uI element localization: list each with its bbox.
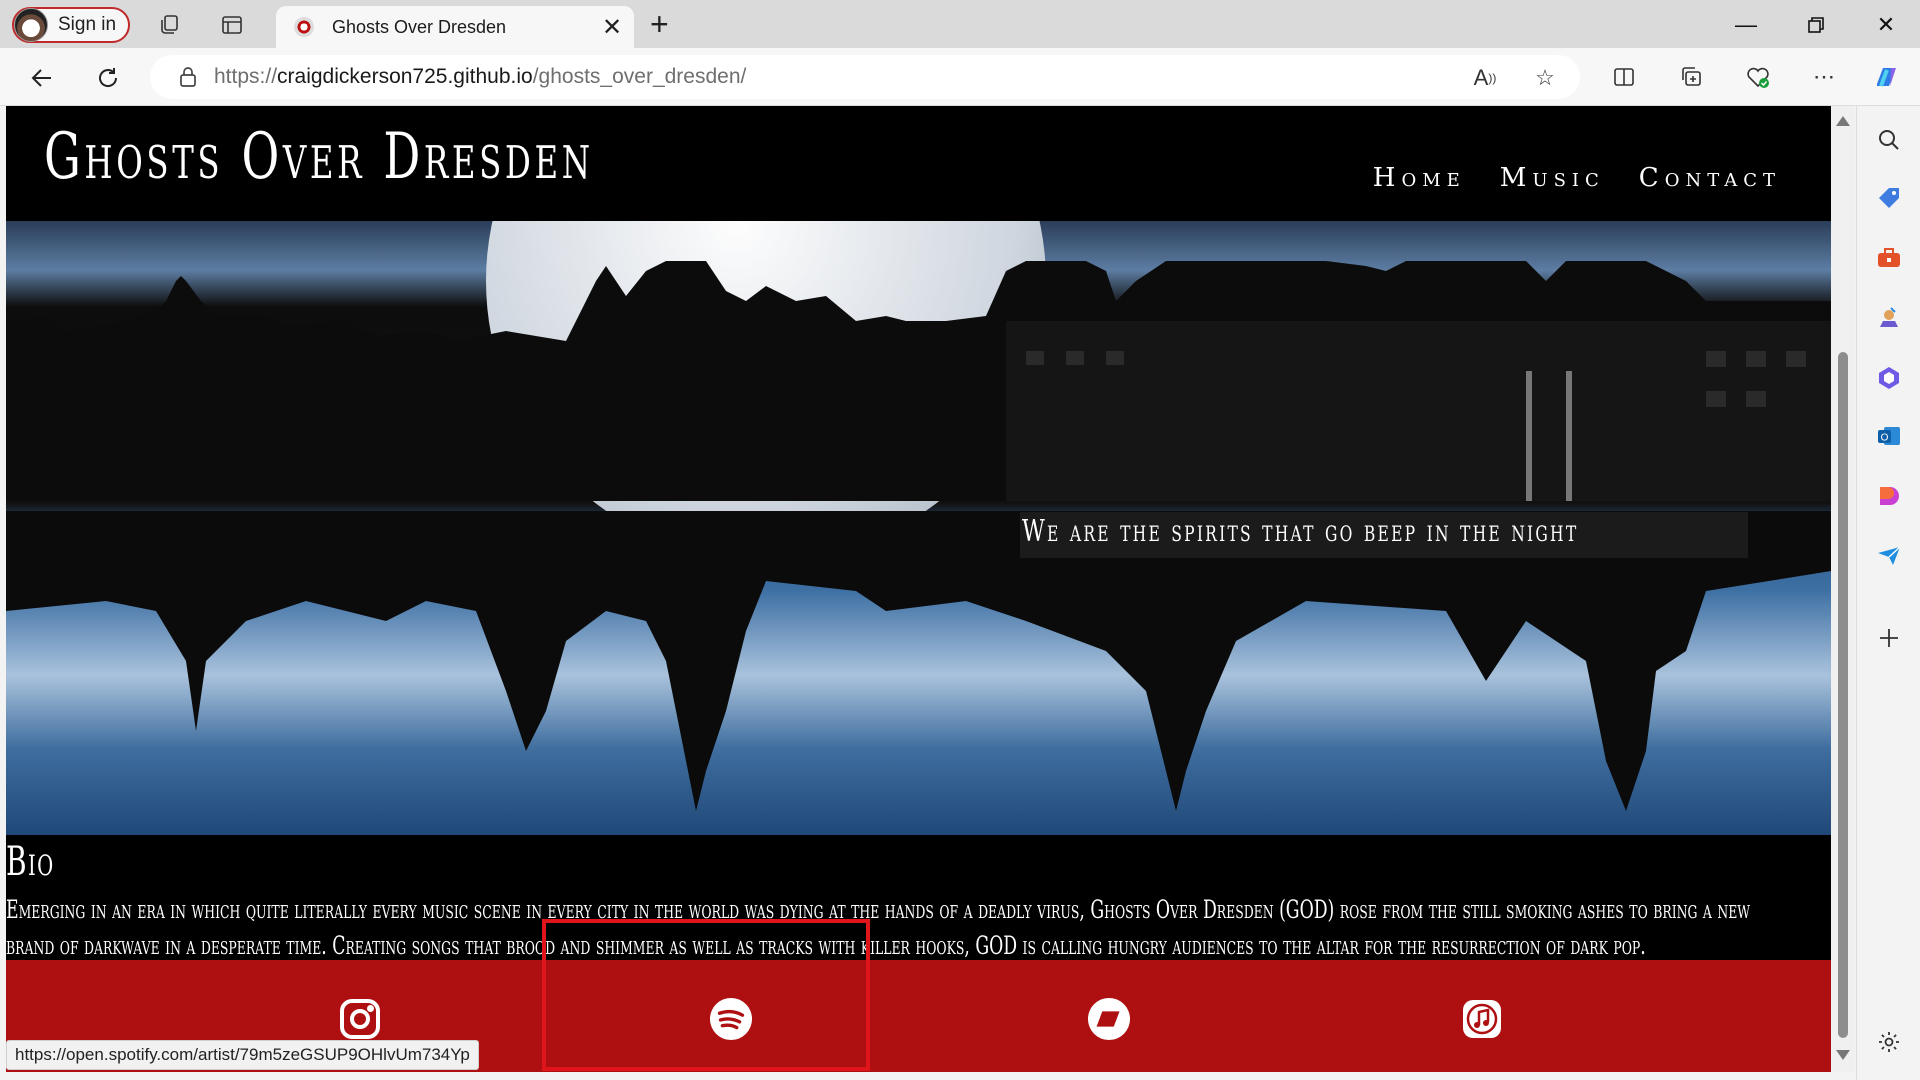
instagram-icon[interactable]	[338, 997, 382, 1041]
shopping-tag-icon[interactable]	[1873, 182, 1905, 214]
refresh-icon[interactable]	[90, 60, 126, 96]
scroll-thumb[interactable]	[1838, 352, 1848, 1038]
new-tab-icon[interactable]: +	[650, 8, 669, 40]
sidebar-settings-icon[interactable]	[1873, 1026, 1905, 1058]
address-toolbar: https://craigdickerson725.github.io/ghos…	[0, 48, 1920, 106]
nav-music-link[interactable]: Music	[1500, 163, 1605, 193]
microsoft-365-icon[interactable]	[1873, 362, 1905, 394]
tab-title: Ghosts Over Dresden	[332, 16, 507, 37]
tagline-text: We are the spirits that go beep in the n…	[1022, 514, 1579, 549]
collections-icon[interactable]	[1675, 61, 1707, 93]
site-title[interactable]: Ghosts Over Dresden	[44, 120, 594, 194]
river-reflection	[6, 511, 1831, 811]
nav-contact-link[interactable]: Contact	[1639, 163, 1781, 193]
scroll-down-icon[interactable]	[1836, 1050, 1850, 1060]
more-options-icon[interactable]: ⋯	[1808, 61, 1840, 93]
itunes-icon[interactable]	[1460, 997, 1504, 1041]
restore-icon[interactable]	[1796, 10, 1836, 40]
site-header: Ghosts Over Dresden Home Music Contact	[6, 106, 1831, 221]
profile-avatar	[14, 8, 48, 42]
site-favicon	[294, 17, 314, 37]
send-icon[interactable]	[1873, 540, 1905, 572]
lock-icon[interactable]	[178, 66, 198, 88]
outlook-icon[interactable]: O	[1873, 420, 1905, 452]
games-icon[interactable]	[1873, 302, 1905, 334]
close-window-icon[interactable]: ✕	[1866, 10, 1906, 40]
tab-ghosts-over-dresden[interactable]: Ghosts Over Dresden ✕	[276, 6, 634, 48]
page-scrollbar[interactable]	[1831, 106, 1855, 1072]
read-aloud-icon[interactable]: A))	[1472, 65, 1498, 91]
site-nav: Home Music Contact	[1373, 163, 1781, 193]
page-viewport: Ghosts Over Dresden Home Music Contact W…	[6, 106, 1831, 1072]
tools-icon[interactable]	[1873, 242, 1905, 274]
spotify-icon[interactable]	[709, 997, 753, 1041]
edge-sidebar: O	[1856, 106, 1920, 1080]
sign-in-label: Sign in	[58, 14, 117, 35]
designer-icon[interactable]	[1873, 480, 1905, 512]
browser-essentials-icon[interactable]	[1742, 61, 1774, 93]
svg-text:O: O	[1881, 433, 1889, 444]
link-status-bar: https://open.spotify.com/artist/79m5zeGS…	[6, 1040, 479, 1070]
split-screen-icon[interactable]	[1608, 61, 1640, 93]
back-icon[interactable]	[24, 60, 60, 96]
minimize-icon[interactable]: —	[1726, 10, 1766, 40]
sign-in-button[interactable]: Sign in	[12, 7, 130, 43]
url-field[interactable]: https://craigdickerson725.github.io/ghos…	[150, 55, 1580, 99]
tab-actions-icon[interactable]	[217, 10, 247, 40]
add-sidebar-app-icon[interactable]	[1873, 622, 1905, 654]
workspaces-icon[interactable]	[155, 10, 185, 40]
bandcamp-icon[interactable]	[1087, 997, 1131, 1041]
bio-heading: Bio	[6, 839, 55, 885]
nav-home-link[interactable]: Home	[1373, 163, 1466, 193]
bio-section: Bio Emerging in an era in which quite li…	[6, 835, 1831, 960]
bio-paragraph: Emerging in an era in which quite litera…	[6, 895, 1751, 960]
close-tab-icon[interactable]: ✕	[598, 13, 626, 42]
url-text: https://craigdickerson725.github.io/ghos…	[214, 65, 747, 88]
search-icon[interactable]	[1873, 124, 1905, 156]
scroll-up-icon[interactable]	[1836, 116, 1850, 126]
copilot-icon[interactable]	[1870, 61, 1902, 93]
hero-image: We are the spirits that go beep in the n…	[6, 221, 1831, 835]
dresden-skyline	[6, 261, 1831, 501]
tab-strip: Sign in Ghosts Over Dresden ✕ + — ✕	[0, 0, 1920, 48]
favorite-star-icon[interactable]: ☆	[1532, 65, 1558, 91]
